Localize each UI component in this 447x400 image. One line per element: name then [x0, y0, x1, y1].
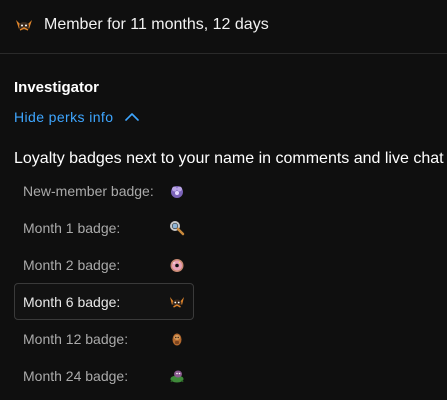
badge-row-month-6[interactable]: Month 6 badge:: [14, 283, 194, 320]
membership-level-name: Investigator: [14, 79, 100, 96]
badge-label: Month 6 badge:: [23, 293, 121, 310]
pink-donut-badge-icon: [170, 258, 184, 272]
badge-row-month-12[interactable]: Month 12 badge:: [14, 320, 194, 357]
hide-perks-toggle[interactable]: Hide perks info: [14, 107, 140, 127]
magnifier-badge-icon: [170, 220, 185, 235]
badge-label: Month 1 badge:: [23, 219, 121, 236]
badge-label: Month 12 badge:: [23, 330, 129, 347]
badge-list: New-member badge: Month 1 badge: Month 2…: [14, 172, 194, 394]
brown-figure-badge-icon: [172, 333, 182, 345]
fox-badge-icon: [170, 296, 184, 308]
hide-perks-label[interactable]: Hide perks info: [14, 109, 113, 125]
badge-row-month-24[interactable]: Month 24 badge:: [14, 357, 194, 394]
divider: [0, 53, 447, 54]
badge-row-month-2[interactable]: Month 2 badge:: [14, 246, 194, 283]
badge-row-month-1[interactable]: Month 1 badge:: [14, 209, 194, 246]
green-creature-badge-icon: [170, 370, 184, 382]
membership-duration: Member for 11 months, 12 days: [44, 16, 269, 33]
loyalty-badges-heading: Loyalty badges next to your name in comm…: [14, 150, 444, 167]
badge-row-new-member[interactable]: New-member badge:: [14, 172, 194, 209]
badge-label: New-member badge:: [23, 182, 154, 199]
chevron-up-icon[interactable]: [125, 112, 140, 122]
badge-label: Month 2 badge:: [23, 256, 121, 273]
membership-header: Member for 11 months, 12 days: [14, 13, 269, 37]
fox-member-badge-icon: [16, 20, 32, 31]
purple-cloud-badge-icon: [171, 185, 183, 198]
badge-label: Month 24 badge:: [23, 367, 129, 384]
